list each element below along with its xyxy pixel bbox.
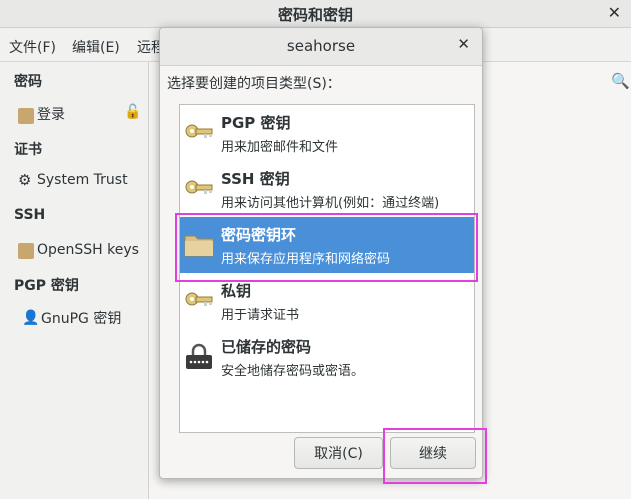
dialog-prompt: 选择要创建的项目类型(S)： [167,76,341,92]
item-name: 私钥 [221,282,252,300]
window-title: 密码和密钥 [277,6,353,24]
list-item-ssh-key[interactable]: SSH 密钥 用来访问其他计算机(例如：通过终端) [180,161,474,217]
item-name: PGP 密钥 [221,114,291,132]
sidebar-header-passwords: 密码 [14,74,42,90]
folder-icon [18,243,34,259]
key-icon [185,180,213,194]
continue-highlight-frame [383,428,487,484]
menu-edit[interactable]: 编辑(E) [72,37,120,57]
lock-icon [186,343,212,369]
cancel-button[interactable]: 取消(C) [294,437,383,469]
list-item-stored-password[interactable]: 已储存的密码 安全地储存密码或密语。 [180,329,474,385]
sidebar-item-label: System Trust [37,172,128,188]
person-icon: 👤 [22,310,40,326]
folder-icon [18,107,34,124]
search-icon[interactable]: 🔍 [611,72,630,90]
sidebar-item-label: 登录 [37,107,65,123]
gear-icon: ⚙ [18,171,32,189]
item-desc: 安全地储存密码或密语。 [221,364,365,379]
main-titlebar: 密码和密钥 ✕ [0,0,631,28]
item-desc: 用来访问其他计算机(例如：通过终端) [221,196,440,211]
key-icon [185,124,213,138]
sidebar-item-system-trust[interactable]: ⚙ System Trust [18,172,128,188]
selection-highlight-frame [175,213,478,282]
window-close-icon[interactable]: ✕ [608,3,621,22]
item-desc: 用来加密邮件和文件 [221,140,339,155]
item-name: 已储存的密码 [221,338,312,356]
sidebar-item-label: GnuPG 密钥 [41,311,122,327]
sidebar: 密码 登录 🔓 证书 ⚙ System Trust SSH OpenSSH ke… [0,62,149,499]
close-icon[interactable]: ✕ [457,35,470,53]
dialog-title: seahorse [286,37,356,55]
sidebar-header-pgp: PGP 密钥 [14,278,79,294]
sidebar-header-certificates: 证书 [14,142,42,158]
menu-file[interactable]: 文件(F) [9,37,56,57]
sidebar-header-ssh: SSH [14,207,46,223]
dialog-titlebar: seahorse ✕ [160,28,482,66]
lock-icon: 🔓 [124,104,142,120]
sidebar-item-label: OpenSSH keys [37,241,139,258]
item-name: SSH 密钥 [221,170,290,188]
item-desc: 用于请求证书 [221,308,300,323]
key-icon [185,292,213,306]
sidebar-item-login[interactable]: 登录 [18,104,65,124]
list-item-pgp-key[interactable]: PGP 密钥 用来加密邮件和文件 [180,105,474,161]
sidebar-item-gnupg[interactable]: 👤 GnuPG 密钥 [22,308,121,328]
sidebar-item-openssh[interactable]: OpenSSH keys [18,240,139,259]
